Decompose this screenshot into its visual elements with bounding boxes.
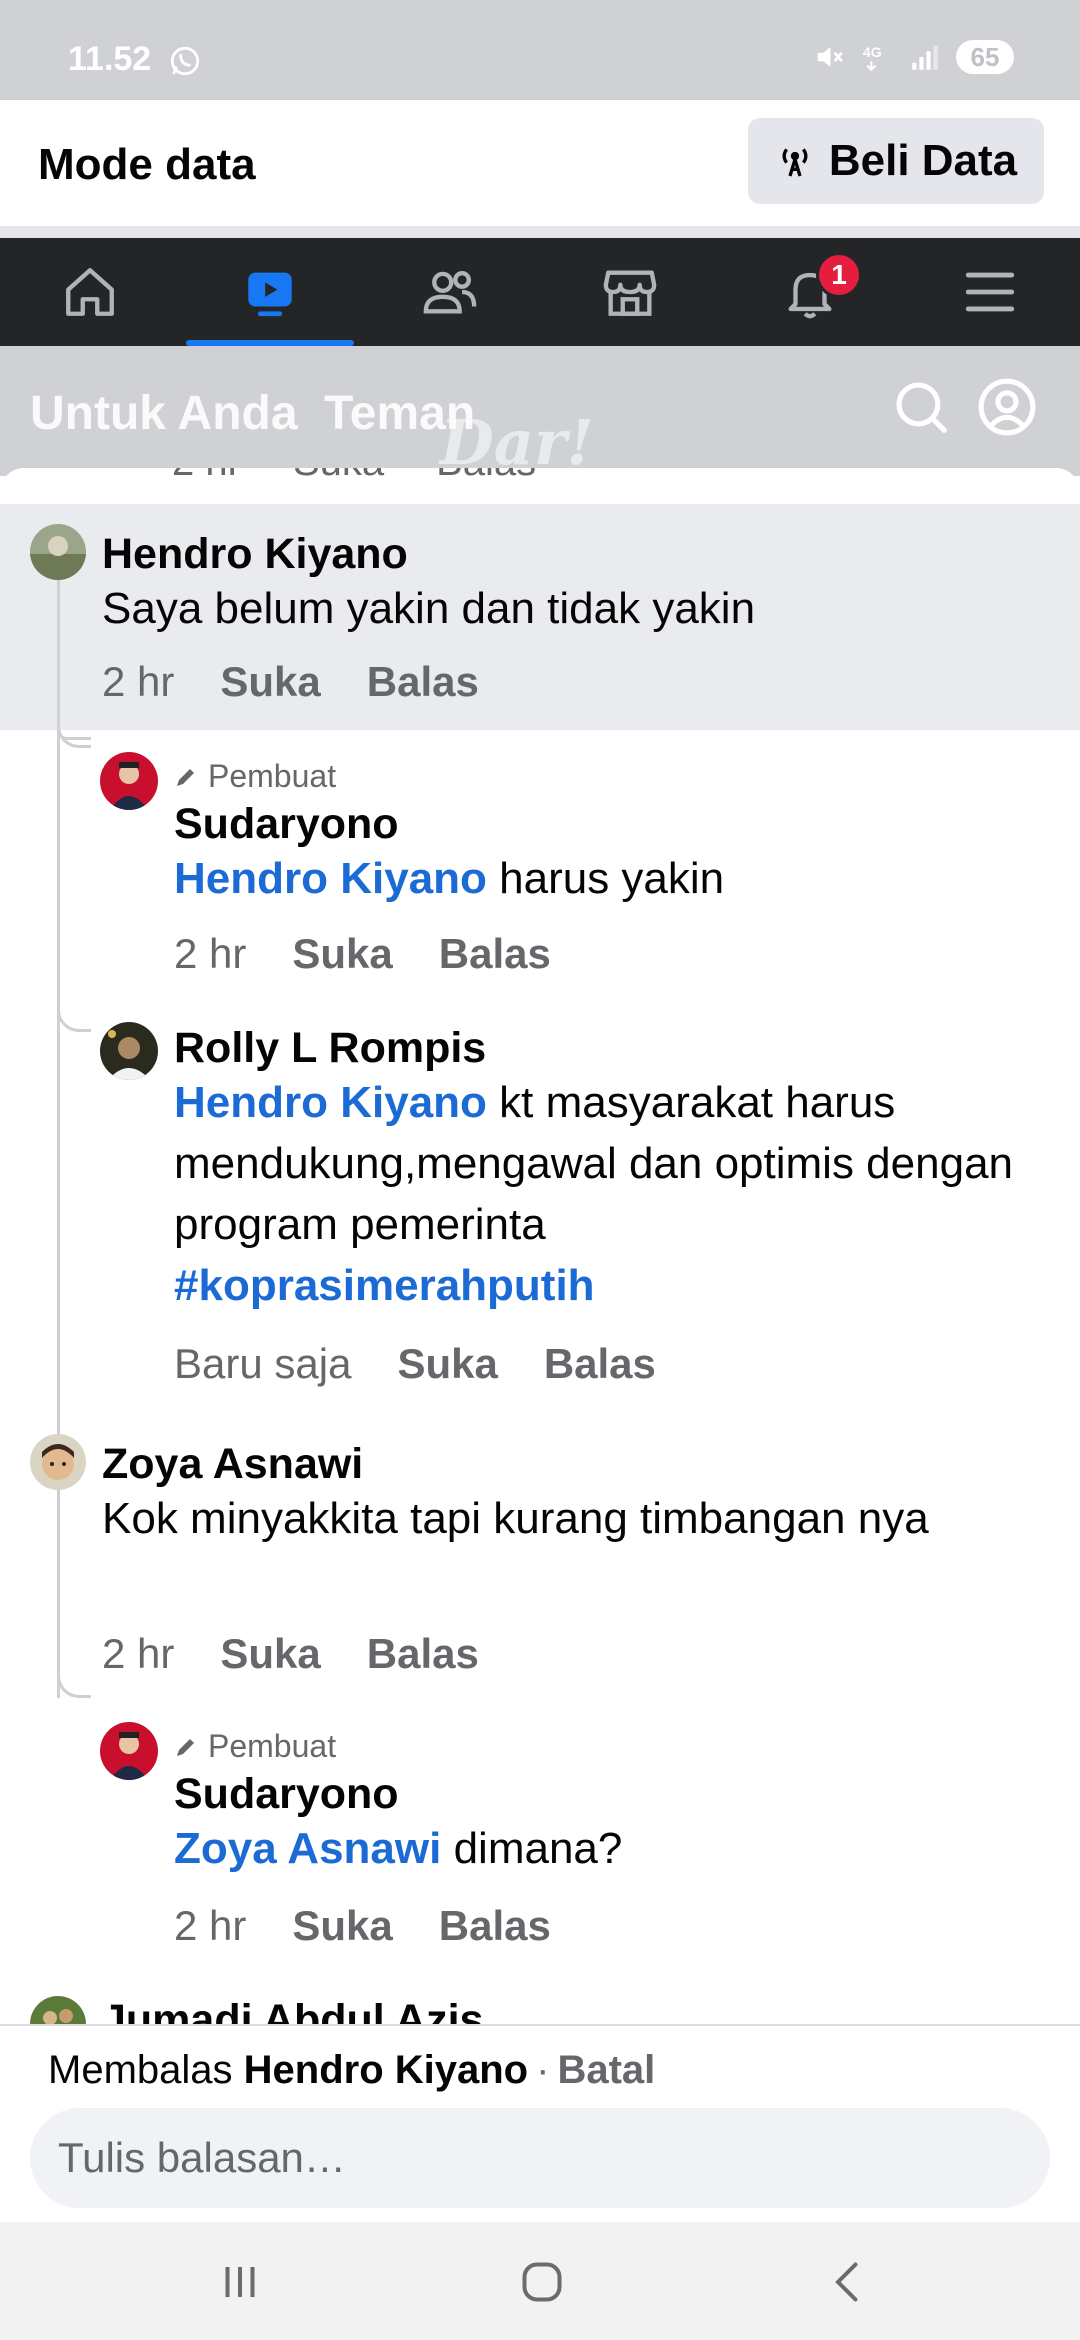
4g-icon: 4G — [863, 45, 882, 72]
battery-icon: 65 — [956, 40, 1014, 74]
notification-badge: 1 — [816, 252, 862, 298]
tab-for-you[interactable]: Untuk Anda — [30, 386, 298, 441]
comment-actions: 2 hr Suka Balas — [174, 1902, 597, 1950]
svg-text:4G: 4G — [863, 45, 882, 61]
comment-text: Saya belum yakin dan tidak yakin — [102, 584, 756, 633]
signal-icon — [912, 45, 938, 70]
comment-actions: 2 hr Suka Balas — [102, 658, 525, 706]
reply-button[interactable]: Balas — [367, 658, 479, 705]
home-icon — [66, 268, 114, 316]
like-button[interactable]: Suka — [292, 930, 392, 977]
avatar[interactable] — [100, 1722, 158, 1780]
video-icon — [248, 272, 292, 317]
like-button[interactable]: Suka — [220, 1630, 320, 1677]
comment-author[interactable]: Rolly L Rompis — [174, 1024, 486, 1073]
reply-composer: Membalas Hendro Kiyano · Batal — [0, 2024, 1080, 2222]
system-nav-bar — [0, 2222, 1080, 2340]
nav-menu[interactable] — [900, 238, 1080, 346]
comments-sheet: 2 hr Suka Balas Hendro Kiyano Saya belum y… — [0, 468, 1080, 2028]
pencil-icon — [177, 1738, 194, 1756]
author-badge: Pembuat — [174, 758, 336, 795]
top-nav: 1 — [0, 238, 1080, 346]
whatsapp-icon — [170, 46, 200, 76]
comment-text: Hendro Kiyano harus yakin — [174, 854, 725, 903]
author-badge: Pembuat — [174, 1728, 336, 1765]
like-button[interactable]: Suka — [397, 1340, 497, 1387]
status-bar: 11.52 4G 65 — [0, 0, 1080, 100]
nav-home[interactable] — [0, 238, 180, 346]
reply-button[interactable]: Balas — [439, 1902, 551, 1949]
pencil-icon — [177, 768, 194, 786]
reply-button[interactable]: Balas — [439, 930, 551, 977]
previous-comment-meta: 2 hrSukaBalas — [172, 468, 588, 485]
reply-button[interactable]: Balas — [367, 1630, 479, 1677]
comment-time: 2 hr — [174, 930, 247, 977]
comment-time: 2 hr — [102, 658, 175, 705]
buy-data-button[interactable]: Beli Data — [748, 118, 1044, 204]
comment-actions: Baru saja Suka Balas — [174, 1340, 702, 1388]
comment-text: Zoya Asnawi dimana? — [174, 1824, 623, 1873]
comment-text: Hendro Kiyano kt masyarakat harus menduk… — [174, 1078, 1014, 1310]
comment-author[interactable]: Hendro Kiyano — [102, 530, 408, 579]
reply-input[interactable] — [30, 2108, 1050, 2208]
reply-button[interactable]: Balas — [544, 1340, 656, 1387]
comment-actions: 2 hr Suka Balas — [102, 1630, 525, 1678]
comment-author[interactable]: Sudaryono — [174, 1770, 399, 1819]
friends-icon — [423, 270, 477, 314]
comment-time: 2 hr — [102, 1630, 175, 1677]
avatar[interactable] — [100, 1022, 158, 1080]
data-mode-bar: Mode data Beli Data — [0, 100, 1080, 226]
nav-friends[interactable] — [360, 238, 540, 346]
nav-video[interactable] — [180, 238, 360, 346]
mention-link[interactable]: Zoya Asnawi — [174, 1824, 441, 1873]
mute-icon — [817, 47, 843, 67]
status-time: 11.52 — [68, 40, 152, 78]
avatar[interactable] — [30, 1434, 86, 1490]
comment-author[interactable]: Zoya Asnawi — [102, 1440, 363, 1489]
buy-data-label: Beli Data — [828, 136, 1018, 185]
recent-apps-icon[interactable] — [210, 2252, 270, 2312]
profile-icon[interactable] — [976, 376, 1038, 438]
comment-actions: 2 hr Suka Balas — [174, 930, 597, 978]
mention-link[interactable]: Hendro Kiyano — [174, 854, 487, 903]
nav-marketplace[interactable] — [540, 238, 720, 346]
search-icon[interactable] — [890, 376, 952, 438]
data-mode-title: Mode data — [38, 140, 256, 189]
home-button-icon[interactable] — [512, 2252, 572, 2312]
cancel-reply-button[interactable]: Batal — [557, 2048, 655, 2092]
comment-time: 2 hr — [174, 1902, 247, 1949]
nav-notifications[interactable]: 1 — [720, 238, 900, 346]
comment-text: Kok minyakkita tapi kurang timbangan nya — [102, 1494, 929, 1543]
video-header: Untuk Anda Teman Dar! — [0, 346, 1080, 479]
back-icon[interactable] — [818, 2252, 878, 2312]
like-button[interactable]: Suka — [292, 1902, 392, 1949]
like-button[interactable]: Suka — [220, 658, 320, 705]
mention-link[interactable]: Hendro Kiyano — [174, 1078, 487, 1127]
broadcast-icon — [782, 148, 808, 177]
replying-to: Membalas Hendro Kiyano · Batal — [48, 2048, 656, 2092]
avatar[interactable] — [100, 752, 158, 810]
comment-time: Baru saja — [174, 1340, 352, 1387]
marketplace-icon — [603, 270, 657, 316]
hashtag-link[interactable]: #koprasimerahputih — [174, 1261, 595, 1310]
menu-icon — [965, 272, 1015, 312]
comment-author[interactable]: Sudaryono — [174, 800, 399, 849]
divider — [0, 226, 1080, 238]
avatar[interactable] — [30, 524, 86, 580]
